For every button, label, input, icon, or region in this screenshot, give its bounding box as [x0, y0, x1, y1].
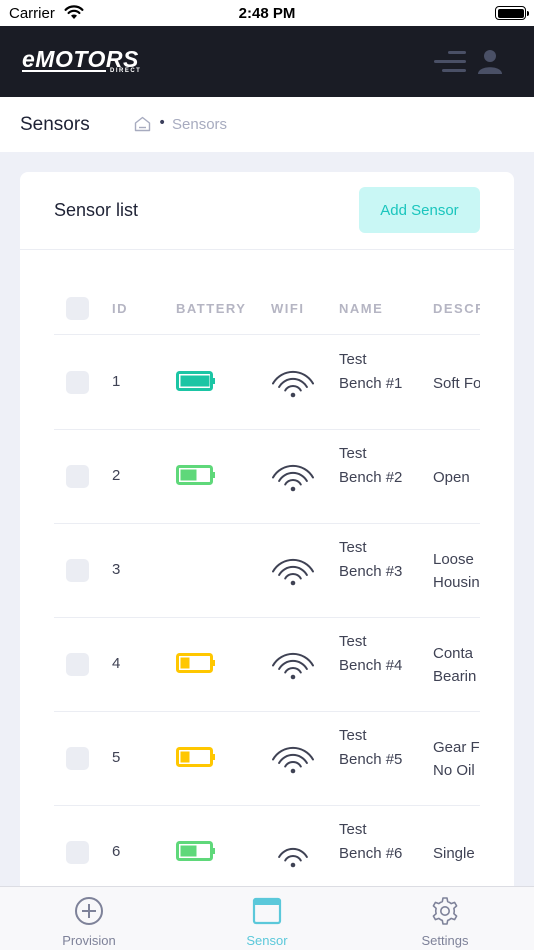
breadcrumb[interactable]: Sensors — [172, 116, 227, 133]
battery-icon — [176, 653, 215, 673]
sensor-id: 1 — [112, 373, 121, 390]
sensor-description: Open — [433, 469, 470, 486]
column-header-battery[interactable]: BATTERY — [176, 301, 246, 316]
wifi-icon — [272, 652, 314, 680]
sensor-table[interactable]: ID BATTERY WIFI NAME DESCR 1 Test Bench #… — [54, 284, 480, 950]
sensor-description: Loose Housin — [433, 551, 480, 591]
table-row[interactable]: 1 Test Bench #1 Soft Fo — [54, 336, 480, 430]
logo-subtitle: DIRECT — [110, 68, 142, 74]
row-checkbox[interactable] — [66, 841, 89, 864]
sensor-name: Test Bench #4 — [339, 633, 403, 674]
battery-icon — [176, 465, 215, 485]
card-title: Sensor list — [54, 200, 139, 220]
row-checkbox[interactable] — [66, 653, 89, 676]
sensor-id: 4 — [112, 655, 121, 672]
sensor-list-card: Sensor list Add Sensor ID BATTERY WIFI N… — [20, 172, 514, 950]
column-header-description[interactable]: DESCR — [433, 301, 480, 316]
breadcrumb-separator: • — [158, 115, 167, 131]
column-header-wifi[interactable]: WIFI — [271, 301, 304, 316]
select-all-checkbox[interactable] — [66, 297, 89, 320]
table-row[interactable]: 4 Test Bench #4 Conta Bearin — [54, 618, 480, 712]
row-checkbox[interactable] — [66, 371, 89, 394]
tab-label: Sensor — [246, 933, 288, 948]
row-checkbox[interactable] — [66, 559, 89, 582]
column-header-name[interactable]: NAME — [339, 301, 383, 316]
window-icon — [252, 897, 282, 925]
divider — [20, 249, 514, 250]
battery-status-icon — [495, 6, 529, 20]
sensor-name: Test Bench #3 — [339, 539, 403, 580]
battery-icon — [176, 841, 215, 861]
sensor-id: 6 — [112, 843, 121, 860]
sensor-description: Single — [433, 845, 475, 862]
tab-label: Settings — [421, 933, 469, 948]
page-subheader: Sensors • Sensors — [0, 97, 534, 152]
menu-icon[interactable] — [434, 49, 466, 75]
logo-underline — [22, 70, 106, 72]
tab-sensor[interactable]: Sensor — [178, 887, 356, 950]
row-checkbox[interactable] — [66, 465, 89, 488]
sensor-name: Test Bench #5 — [339, 727, 403, 768]
table-row[interactable]: 5 Test Bench #5 Gear F No Oil — [54, 712, 480, 806]
column-header-id[interactable]: ID — [112, 301, 128, 316]
wifi-icon — [272, 464, 314, 492]
sensor-name: Test Bench #2 — [339, 445, 403, 486]
sensor-name: Test Bench #6 — [339, 821, 403, 862]
sensor-id: 3 — [112, 561, 121, 578]
user-icon[interactable] — [476, 48, 504, 76]
home-icon[interactable] — [134, 116, 151, 132]
tab-bar: Provision Sensor Settings — [0, 886, 534, 950]
sensor-name: Test Bench #1 — [339, 351, 403, 392]
row-checkbox[interactable] — [66, 747, 89, 770]
sensor-description: Gear F No Oil — [433, 739, 480, 779]
sensor-description: Soft Fo — [433, 375, 480, 392]
sensor-id: 5 — [112, 749, 121, 766]
gear-icon — [432, 897, 458, 925]
wifi-icon — [278, 847, 308, 868]
table-row[interactable]: 2 Test Bench #2 Open — [54, 430, 480, 524]
add-sensor-button[interactable]: Add Sensor — [359, 187, 480, 233]
sensor-id: 2 — [112, 467, 121, 484]
page-title: Sensors — [20, 114, 90, 135]
table-row[interactable]: 3 Test Bench #3 Loose Housin — [54, 524, 480, 618]
battery-icon — [176, 371, 215, 391]
wifi-icon — [272, 746, 314, 774]
tab-provision[interactable]: Provision — [0, 887, 178, 950]
wifi-icon — [272, 370, 314, 398]
clock: 2:48 PM — [238, 5, 296, 22]
tab-label: Provision — [62, 933, 116, 948]
table-header: ID BATTERY WIFI NAME DESCR — [54, 284, 480, 335]
battery-icon — [176, 747, 215, 767]
wifi-icon — [272, 558, 314, 586]
status-bar: Carrier 2:48 PM — [0, 0, 534, 26]
sensor-description: Conta Bearin — [433, 645, 477, 685]
plus-circle-icon — [75, 897, 103, 925]
app-header: eMOTORS DIRECT — [0, 26, 534, 97]
tab-settings[interactable]: Settings — [356, 887, 534, 950]
